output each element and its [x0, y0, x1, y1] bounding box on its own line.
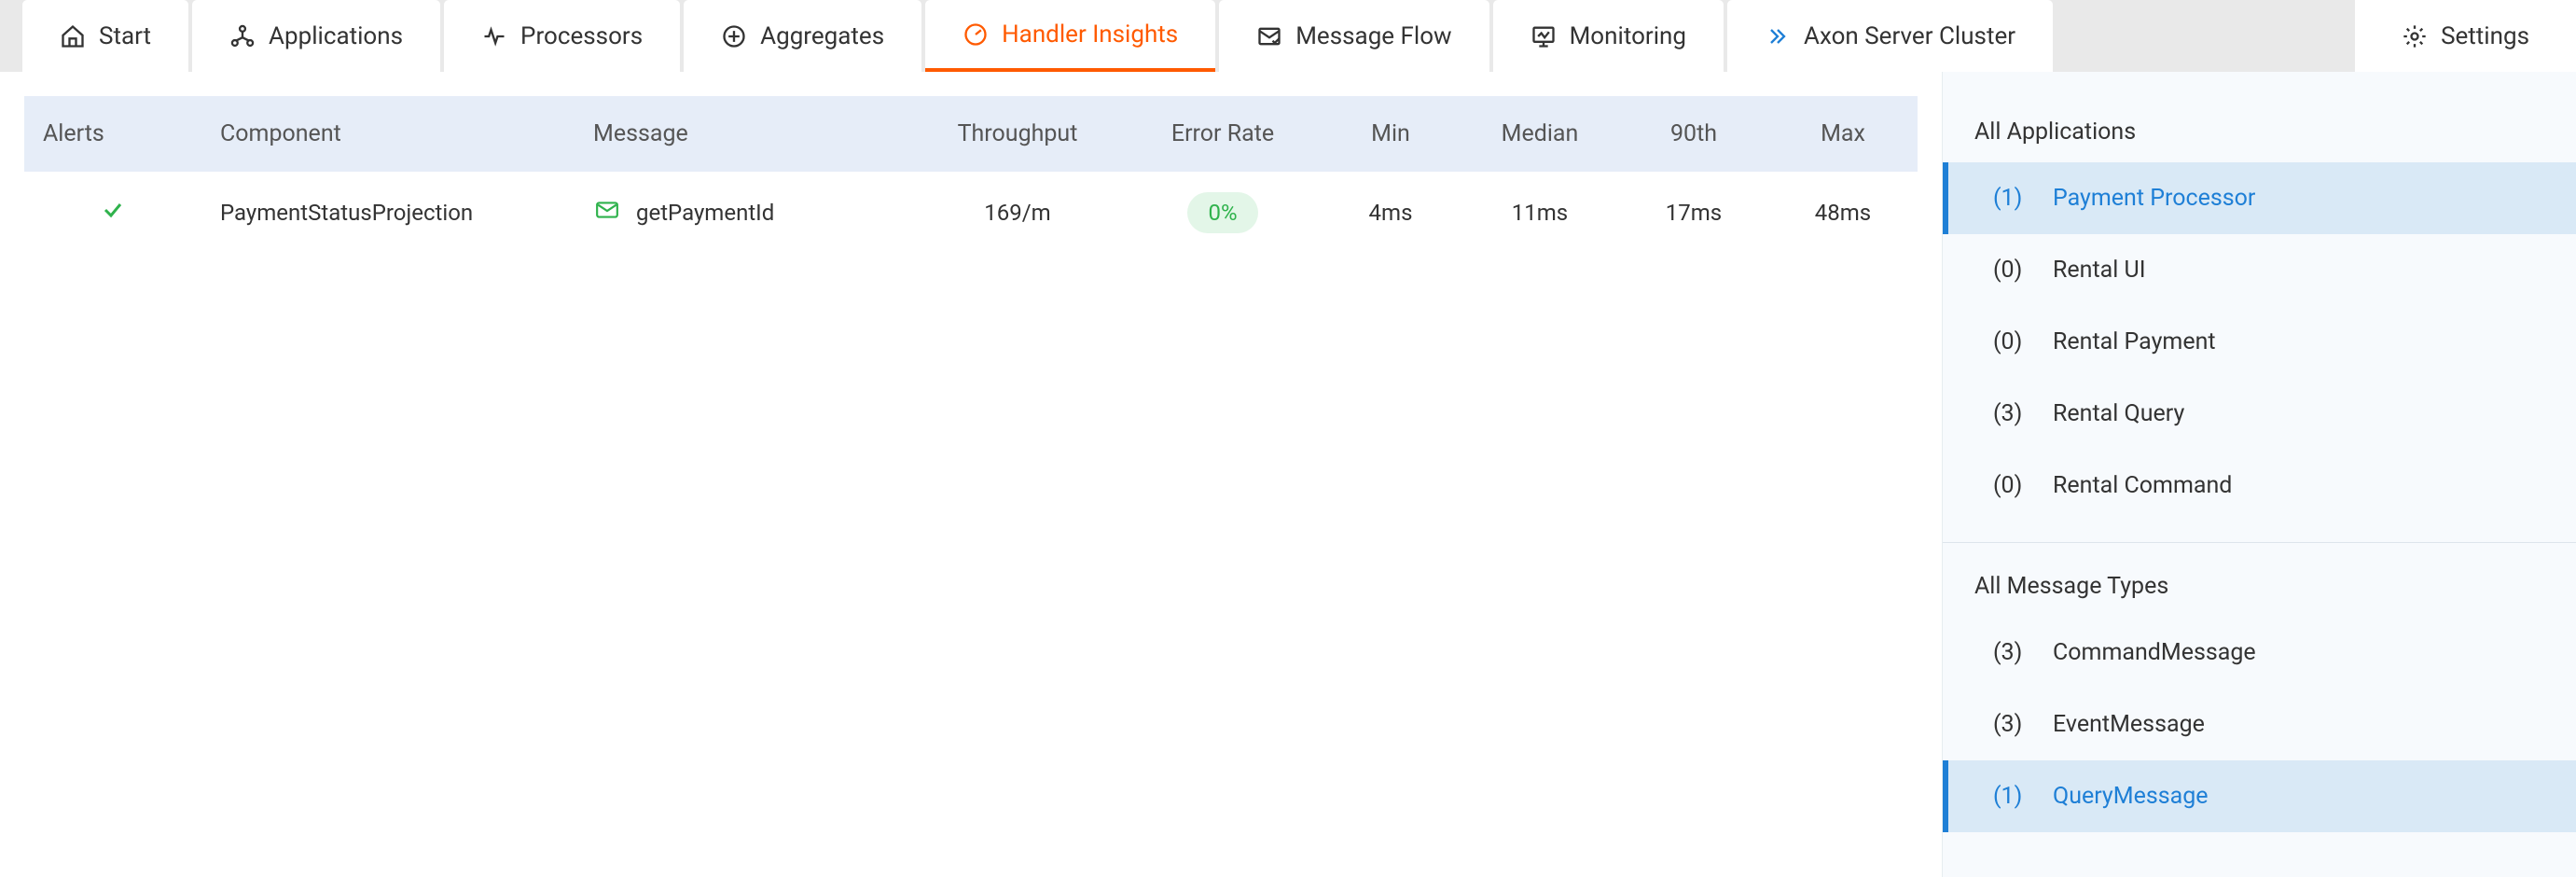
sidebar-count: (0) — [1993, 472, 2030, 499]
cell-max: 48ms — [1768, 172, 1918, 254]
tab-label: Settings — [2441, 22, 2529, 50]
cluster-icon — [1765, 23, 1791, 49]
tab-label: Monitoring — [1570, 22, 1686, 50]
col-error-rate[interactable]: Error Rate — [1125, 96, 1321, 172]
sidebar-label: Rental Query — [2053, 400, 2184, 427]
cell-component: PaymentStatusProjection — [201, 172, 575, 254]
sidebar-count: (1) — [1993, 185, 2030, 212]
cell-alerts — [24, 172, 201, 254]
mail-check-icon — [1256, 23, 1282, 49]
sidebar-count: (0) — [1993, 257, 2030, 284]
pulse-icon — [481, 23, 507, 49]
tab-label: Start — [99, 22, 151, 50]
cell-p90: 17ms — [1619, 172, 1768, 254]
col-max[interactable]: Max — [1768, 96, 1918, 172]
tab-settings[interactable]: Settings — [2355, 0, 2576, 72]
col-median[interactable]: Median — [1461, 96, 1619, 172]
side-panel: All Applications (1) Payment Processor (… — [1942, 72, 2576, 877]
sidebar-label: Payment Processor — [2053, 185, 2255, 212]
tab-label: Processors — [520, 22, 643, 50]
sidebar-item-rental-query[interactable]: (3) Rental Query — [1943, 378, 2576, 450]
tab-axon-server-cluster[interactable]: Axon Server Cluster — [1727, 0, 2053, 72]
tab-label: Applications — [269, 22, 403, 50]
tab-label: Message Flow — [1295, 22, 1451, 50]
col-alerts[interactable]: Alerts — [24, 96, 201, 172]
sidebar-count: (1) — [1993, 783, 2030, 810]
cell-min: 4ms — [1321, 172, 1461, 254]
col-component[interactable]: Component — [201, 96, 575, 172]
sidebar-label: QueryMessage — [2053, 783, 2209, 810]
col-message[interactable]: Message — [575, 96, 910, 172]
sidebar-count: (3) — [1993, 711, 2030, 738]
divider — [1943, 542, 2576, 543]
tab-applications[interactable]: Applications — [192, 0, 440, 72]
tab-monitoring[interactable]: Monitoring — [1493, 0, 1724, 72]
message-name: getPaymentId — [636, 200, 774, 226]
sidebar-item-rental-command[interactable]: (0) Rental Command — [1943, 450, 2576, 522]
tab-label: Aggregates — [760, 22, 884, 50]
sidebar-label: CommandMessage — [2053, 639, 2256, 666]
home-icon — [60, 23, 86, 49]
sidebar-label: Rental UI — [2053, 257, 2146, 284]
nodes-icon — [229, 23, 256, 49]
main-panel: Alerts Component Message Throughput Erro… — [0, 72, 1942, 877]
sidebar-count: (3) — [1993, 400, 2030, 427]
col-min[interactable]: Min — [1321, 96, 1461, 172]
sidebar-count: (3) — [1993, 639, 2030, 666]
sidebar-item-commandmessage[interactable]: (3) CommandMessage — [1943, 617, 2576, 689]
sidebar-item-rental-ui[interactable]: (0) Rental UI — [1943, 234, 2576, 306]
sidebar-item-rental-payment[interactable]: (0) Rental Payment — [1943, 306, 2576, 378]
tab-start[interactable]: Start — [22, 0, 188, 72]
tab-label: Handler Insights — [1002, 21, 1178, 49]
handlers-table: Alerts Component Message Throughput Erro… — [24, 96, 1918, 254]
sidebar-label: Rental Command — [2053, 472, 2232, 499]
message-types-heading[interactable]: All Message Types — [1943, 554, 2576, 617]
monitor-icon — [1530, 23, 1557, 49]
envelope-icon — [593, 198, 621, 228]
tab-processors[interactable]: Processors — [444, 0, 680, 72]
top-nav-tabs: Start Applications Processors Aggregates… — [0, 0, 2576, 72]
sidebar-item-payment-processor[interactable]: (1) Payment Processor — [1943, 162, 2576, 234]
table-row[interactable]: PaymentStatusProjection getPaymentId 169… — [24, 172, 1918, 254]
cell-message: getPaymentId — [575, 172, 910, 254]
cell-throughput: 169/m — [910, 172, 1125, 254]
col-p90[interactable]: 90th — [1619, 96, 1768, 172]
tab-handler-insights[interactable]: Handler Insights — [925, 0, 1215, 72]
table-header-row: Alerts Component Message Throughput Erro… — [24, 96, 1918, 172]
sidebar-item-eventmessage[interactable]: (3) EventMessage — [1943, 689, 2576, 760]
col-throughput[interactable]: Throughput — [910, 96, 1125, 172]
gear-icon — [2402, 23, 2428, 49]
tab-label: Axon Server Cluster — [1804, 22, 2015, 50]
sidebar-count: (0) — [1993, 328, 2030, 355]
sidebar-label: EventMessage — [2053, 711, 2205, 738]
error-rate-pill: 0% — [1187, 192, 1257, 233]
tab-aggregates[interactable]: Aggregates — [684, 0, 921, 72]
sidebar-item-querymessage[interactable]: (1) QueryMessage — [1943, 760, 2576, 832]
cell-median: 11ms — [1461, 172, 1619, 254]
gauge-icon — [963, 21, 989, 48]
check-icon — [99, 201, 127, 227]
cell-error-rate: 0% — [1125, 172, 1321, 254]
sidebar-label: Rental Payment — [2053, 328, 2216, 355]
tab-message-flow[interactable]: Message Flow — [1219, 0, 1489, 72]
applications-heading[interactable]: All Applications — [1943, 100, 2576, 162]
circle-plus-icon — [721, 23, 747, 49]
